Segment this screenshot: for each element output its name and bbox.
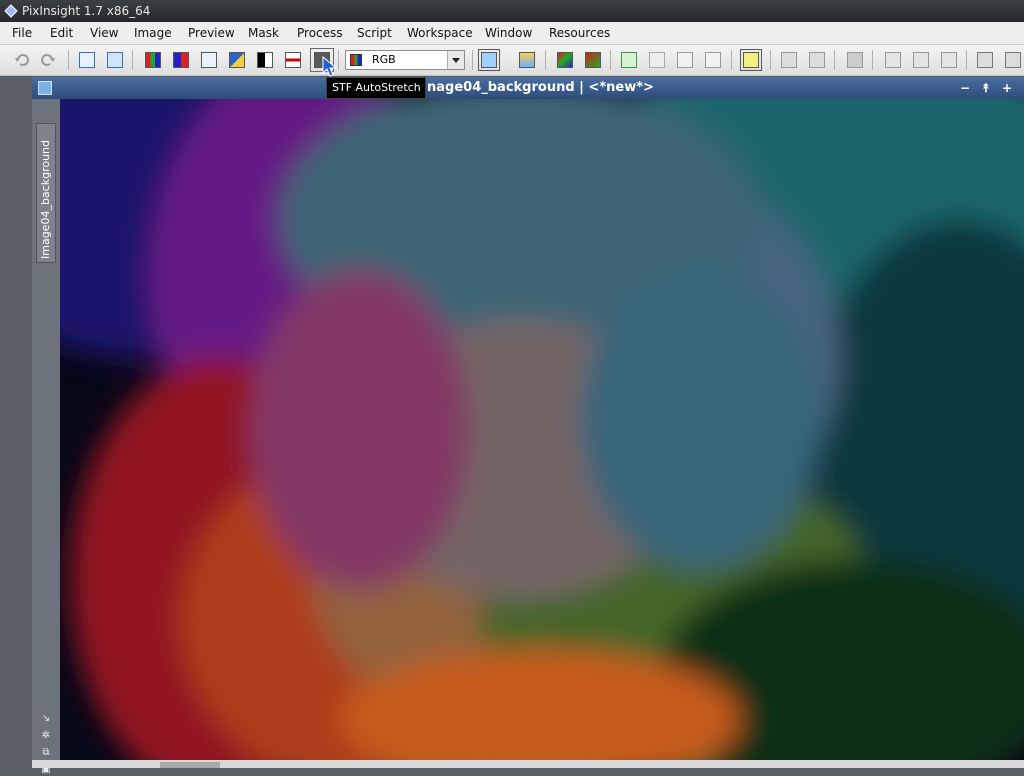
toolbar-separator <box>132 50 133 70</box>
menu-process[interactable]: Process <box>297 22 343 44</box>
app-title-bar: PixInsight 1.7 x86_64 <box>0 0 1024 22</box>
link-channels-icon[interactable] <box>519 52 535 68</box>
minimize-icon[interactable]: − <box>958 81 972 95</box>
shade-icon[interactable]: ⯭ <box>979 81 993 95</box>
arrow-icon[interactable]: ↘ <box>40 713 52 725</box>
zoom-fit-icon[interactable] <box>941 52 957 68</box>
menu-preview[interactable]: Preview <box>188 22 235 44</box>
image-window-sidebar: Image04_background ↘ ✲ ⧉ ▣ <box>32 99 61 775</box>
menu-file[interactable]: File <box>12 22 32 44</box>
rgb-channels-icon[interactable] <box>145 52 161 68</box>
mouse-cursor-icon <box>322 56 338 77</box>
center-icon[interactable]: ✲ <box>40 730 52 742</box>
toolbar <box>0 45 1024 129</box>
menu-window[interactable]: Window <box>485 22 532 44</box>
new-preview-icon[interactable] <box>201 52 217 68</box>
clone-view-icon[interactable] <box>107 52 123 68</box>
rgb-swatch-icon <box>350 54 362 66</box>
pixinsight-logo-icon <box>4 4 18 18</box>
view-tab-label: Image04_background <box>39 139 52 259</box>
stf-rgb-icon[interactable] <box>557 52 573 68</box>
fit-view-icon[interactable] <box>913 52 929 68</box>
image-window-title: nage04_background | <*new*> <box>427 80 654 95</box>
window-icon[interactable] <box>677 52 693 68</box>
chevron-down-icon[interactable] <box>447 51 464 69</box>
tooltip: STF AutoStretch <box>326 77 426 99</box>
stf-reset-icon[interactable] <box>585 52 601 68</box>
identifier-icon[interactable] <box>79 52 95 68</box>
redo-icon[interactable] <box>40 52 56 68</box>
maximize-icon[interactable]: + <box>1000 81 1014 95</box>
channel-select-value: RGB <box>372 53 396 66</box>
explorer-icon[interactable] <box>977 52 993 68</box>
undo-icon[interactable] <box>14 52 30 68</box>
toolbar-separator <box>338 50 339 70</box>
menu-edit[interactable]: Edit <box>50 22 73 44</box>
mask-icon[interactable] <box>257 52 273 68</box>
toolbar-separator <box>731 50 732 70</box>
image-window-title-bar[interactable]: nage04_background | <*new*> − ⯭ + <box>32 77 1024 99</box>
menu-bar: File Edit View Image Preview Mask Proces… <box>0 22 1024 45</box>
nebula-image <box>60 99 1024 760</box>
zoom-in-icon[interactable] <box>809 52 825 68</box>
toolbar-separator <box>966 50 967 70</box>
image-window-icon <box>38 81 52 95</box>
horizontal-scrollbar[interactable] <box>160 762 220 768</box>
menu-view[interactable]: View <box>90 22 118 44</box>
pan-hand-icon[interactable] <box>847 52 863 68</box>
menu-workspace[interactable]: Workspace <box>407 22 473 44</box>
sticky-note-icon[interactable] <box>740 49 762 71</box>
toolbar-separator <box>834 50 835 70</box>
toolbar-separator <box>610 50 611 70</box>
process-console-icon[interactable] <box>1005 52 1021 68</box>
preview-icon[interactable]: ⧉ <box>40 747 52 759</box>
view-tab[interactable]: Image04_background <box>36 123 56 263</box>
duplicate-icon[interactable] <box>649 52 665 68</box>
new-image-icon[interactable] <box>621 52 637 68</box>
toolbar-separator <box>68 50 69 70</box>
toolbar-separator <box>472 50 473 70</box>
toolbar-separator <box>872 50 873 70</box>
image-canvas[interactable] <box>60 99 1024 760</box>
channel-swap-icon[interactable] <box>173 52 189 68</box>
menu-script[interactable]: Script <box>357 22 392 44</box>
menu-image[interactable]: Image <box>134 22 172 44</box>
invert-icon[interactable] <box>229 52 245 68</box>
mask-visible-icon[interactable] <box>285 52 301 68</box>
cascade-icon[interactable] <box>705 52 721 68</box>
channel-select[interactable]: RGB <box>345 50 465 70</box>
display-rgb-icon[interactable] <box>478 49 500 71</box>
menu-resources[interactable]: Resources <box>549 22 610 44</box>
toolbar-separator <box>545 50 546 70</box>
readout-icon[interactable] <box>885 52 901 68</box>
app-title: PixInsight 1.7 x86_64 <box>22 4 151 18</box>
toolbar-separator <box>770 50 771 70</box>
menu-mask[interactable]: Mask <box>248 22 279 44</box>
image-window: nage04_background | <*new*> − ⯭ + Image0… <box>32 77 1024 775</box>
zoom-out-icon[interactable] <box>781 52 797 68</box>
